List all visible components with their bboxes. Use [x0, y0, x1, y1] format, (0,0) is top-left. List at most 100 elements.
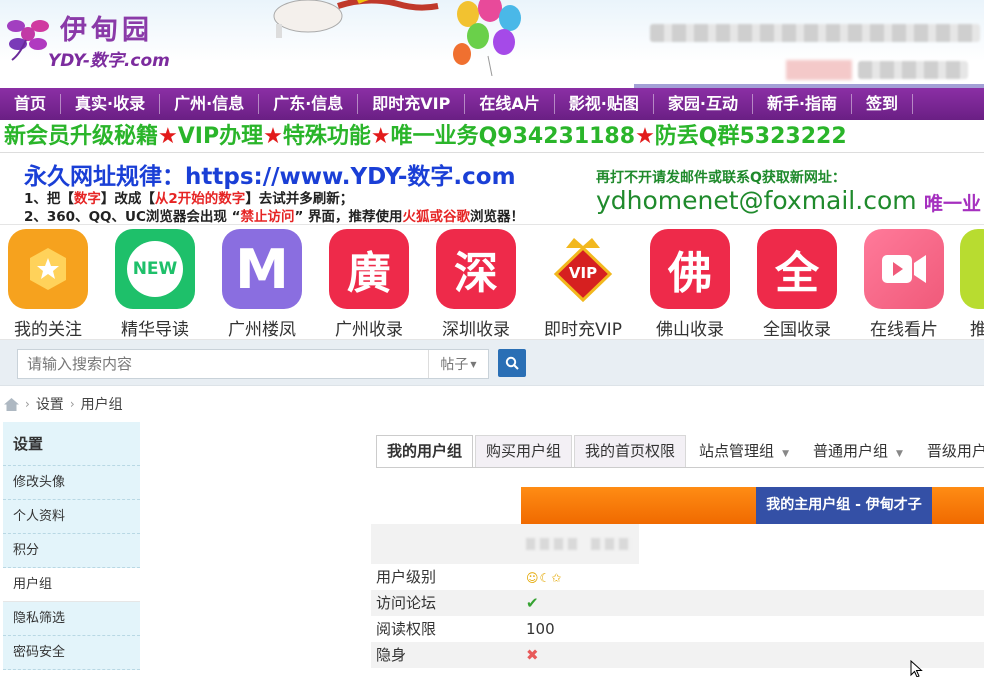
tab-home-permissions[interactable]: 我的首页权限: [574, 435, 687, 467]
tab-buy-usergroup[interactable]: 购买用户组: [475, 435, 573, 467]
announce-part: 唯一业务Q934231188: [390, 124, 636, 149]
username-blurred-2: [591, 538, 631, 550]
notice-text: ” 界面，推荐使用: [294, 209, 403, 225]
logo-chinese-text: 伊甸园: [60, 15, 153, 46]
sidebar-title: 设置: [3, 422, 140, 466]
sidebar-item-profile[interactable]: 个人资料: [3, 500, 140, 534]
nav-item-real-archive[interactable]: 真实·收录: [61, 94, 161, 114]
nav-item-guide[interactable]: 新手·指南: [753, 94, 853, 114]
quick-link-label: 广州收录: [335, 320, 403, 340]
check-icon: ✔: [526, 594, 539, 612]
site-logo[interactable]: 伊甸园 YDY-数字.com: [4, 4, 179, 72]
search-box: 帖子 ▼: [17, 349, 489, 379]
sidebar-item-usergroup[interactable]: 用户组: [3, 568, 140, 602]
nav-item-home[interactable]: 首页: [0, 94, 62, 114]
quick-link-gz[interactable]: 廣 广州收录: [319, 229, 419, 340]
breadcrumb-usergroup[interactable]: 用户组: [81, 394, 123, 414]
notice-highlight: 禁止访问: [240, 209, 295, 225]
notice-text: 2、360、QQ、UC浏览器会出现 “: [24, 209, 241, 225]
main-usergroup-title: 我的主用户组 - 伊甸才子: [756, 487, 932, 524]
notice-text: 浏览器！: [470, 209, 525, 225]
star-icon: ✩: [551, 571, 562, 585]
quick-link-label: 深圳收录: [442, 320, 510, 340]
quick-link-label: 推: [960, 315, 984, 339]
header-divider: [634, 84, 984, 88]
quick-link-video[interactable]: 在线看片: [854, 229, 954, 339]
perm-label: 隐身: [376, 646, 407, 664]
sidebar-item-avatar[interactable]: 修改头像: [3, 466, 140, 500]
announce-part: 新会员升级秘籍: [4, 124, 159, 149]
quick-link-follow[interactable]: 我的关注: [0, 229, 98, 340]
notice-contact-text: 再打不开请发邮件或联系Q获取新网址：: [596, 170, 846, 186]
fo-icon: 佛: [650, 229, 730, 309]
blurred-badge: [786, 60, 852, 80]
breadcrumb: › 设置 › 用户组: [0, 386, 984, 422]
sidebar-item-credits[interactable]: 积分: [3, 534, 140, 568]
nav-item-guangzhou[interactable]: 广州·信息: [160, 94, 260, 114]
usergroup-tabs: 我的用户组 购买用户组 我的首页权限 站点管理组 ▼ 普通用户组 ▼ 晋级用户组: [376, 435, 984, 467]
url-notice: 永久网址规律：https://www.YDY-数字.com 1、把【数字】改成【…: [0, 153, 984, 225]
balloons-icon: [453, 0, 521, 76]
quick-link-partial[interactable]: 推: [960, 229, 984, 339]
nav-item-vip[interactable]: 即时充VIP: [358, 94, 466, 114]
search-input[interactable]: [18, 350, 428, 378]
quick-link-vip[interactable]: VIP 即时充VIP: [533, 229, 633, 340]
moon-icon: ☾: [539, 571, 551, 585]
username-blurred: [526, 538, 578, 550]
notice-right-text: 唯一业: [924, 193, 982, 215]
quick-link-fs[interactable]: 佛 佛山收录: [640, 229, 740, 339]
quick-link-label: 全国收录: [763, 320, 831, 340]
video-icon: [864, 229, 944, 309]
quick-link-nation[interactable]: 全 全国收录: [747, 229, 847, 340]
announcement-marquee[interactable]: 新会员升级秘籍★VIP办理★特殊功能★唯一业务Q934231188★防丢Q群53…: [0, 120, 984, 153]
search-type-select[interactable]: 帖子 ▼: [428, 350, 488, 378]
quick-link-featured[interactable]: NEW 精华导读: [105, 229, 205, 339]
user-info-blurred-2: [858, 61, 968, 79]
perm-label: 阅读权限: [376, 620, 437, 638]
home-icon[interactable]: [4, 397, 19, 411]
quick-link-label: 即时充VIP: [544, 320, 622, 340]
notice-title: 永久网址规律：https://www.YDY-数字.com: [24, 157, 516, 191]
tab-my-usergroup[interactable]: 我的用户组: [376, 435, 474, 467]
guang-icon: 廣: [329, 229, 409, 309]
nav-item-community[interactable]: 家园·互动: [654, 94, 753, 114]
star-icon: ★: [158, 124, 178, 149]
carousel-horse-icon: [273, 0, 439, 38]
tab-label: 晋级用户组: [926, 442, 984, 460]
logo-english-text: YDY-数字.com: [48, 51, 170, 71]
perm-row-visit: 访问论坛 ✔: [371, 590, 984, 616]
sidebar-item-password[interactable]: 密码安全: [3, 636, 140, 670]
search-icon: [505, 356, 519, 370]
nav-item-signin[interactable]: 签到: [852, 94, 914, 114]
user-info-blurred: [650, 24, 980, 42]
notice-line-1: 1、把【数字】改成【从2开始的数字】去试并多刷新；: [24, 187, 353, 207]
mouse-cursor-icon: [910, 660, 923, 677]
star-icon: ★: [370, 124, 391, 149]
nav-item-movies[interactable]: 影视·贴图: [555, 94, 654, 114]
breadcrumb-settings[interactable]: 设置: [36, 394, 64, 414]
quick-link-gz-lf[interactable]: M 广州楼凤: [212, 229, 312, 340]
notice-email[interactable]: ydhomenet@foxmail.com: [596, 186, 917, 215]
announce-part: VIP办理: [177, 124, 264, 149]
group-header-bar: 我的主用户组 - 伊甸才子: [521, 487, 984, 524]
tab-normal-groups[interactable]: 普通用户组 ▼: [802, 435, 914, 467]
chevron-right-icon: ›: [69, 397, 75, 411]
flower-logo-icon: [7, 20, 49, 61]
tab-admin-groups[interactable]: 站点管理组 ▼: [688, 435, 800, 467]
tabs-divider: [376, 467, 984, 468]
main-nav: 首页 真实·收录 广州·信息 广东·信息 即时充VIP 在线A片 影视·贴图 家…: [0, 88, 984, 120]
caret-down-icon: ▼: [782, 449, 789, 459]
quick-link-label: 我的关注: [14, 320, 82, 340]
quick-link-label: 广州楼凤: [228, 320, 296, 340]
tab-promo-groups[interactable]: 晋级用户组: [916, 435, 984, 467]
notice-highlight: 火狐或谷歌: [402, 209, 471, 225]
tui-icon: [960, 229, 984, 309]
nav-item-guangdong[interactable]: 广东·信息: [259, 94, 359, 114]
perm-row-invisible: 隐身 ✖: [371, 642, 984, 668]
quick-link-sz[interactable]: 深 深圳收录: [426, 229, 526, 340]
sidebar-item-privacy[interactable]: 隐私筛选: [3, 602, 140, 636]
star-icon: ★: [263, 124, 283, 149]
nav-item-online-video[interactable]: 在线A片: [465, 94, 555, 114]
notice-line-2: 2、360、QQ、UC浏览器会出现 “禁止访问” 界面，推荐使用火狐或谷歌浏览器…: [24, 205, 524, 225]
search-button[interactable]: [498, 349, 526, 377]
